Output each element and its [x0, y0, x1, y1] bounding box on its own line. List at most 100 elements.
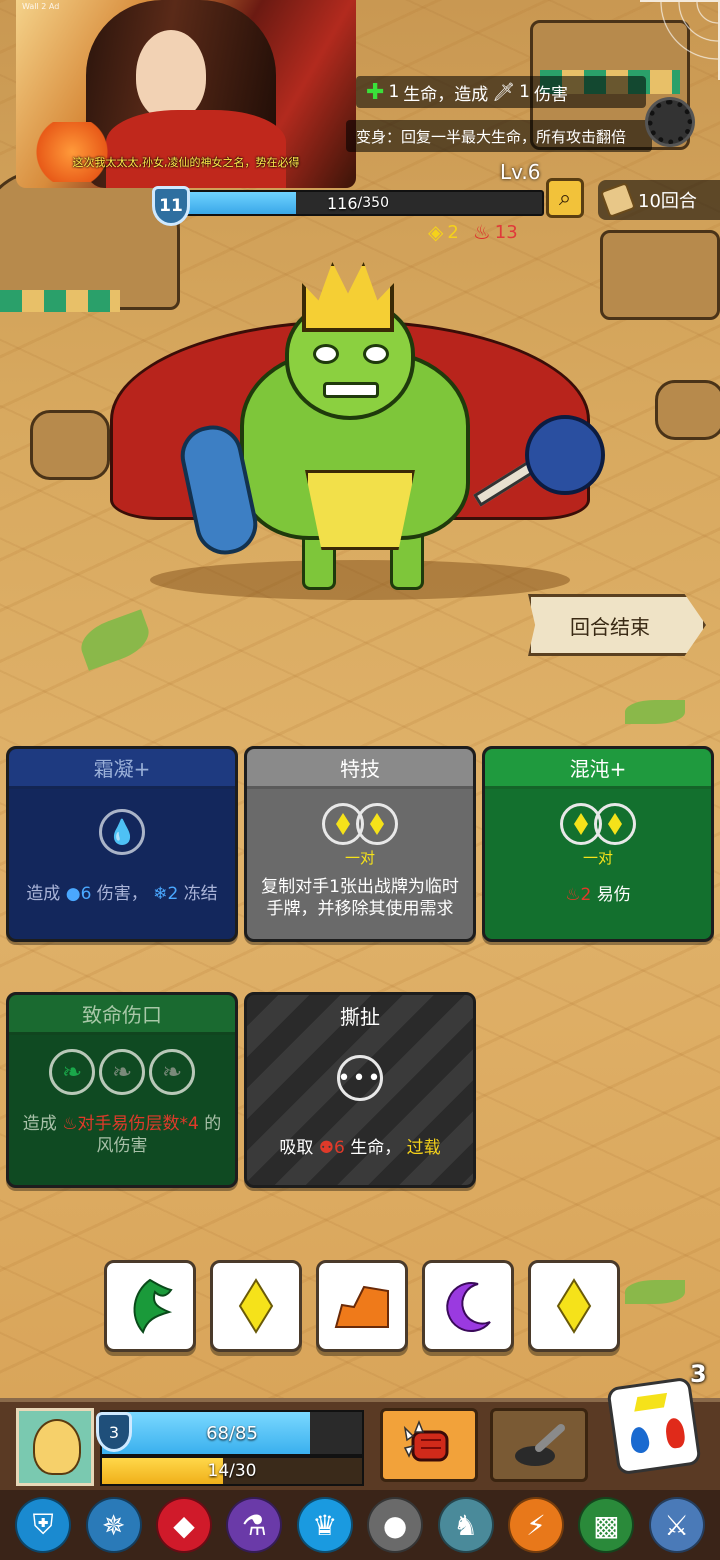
- die-face-top: [634, 1392, 668, 1412]
- slime-relic-icon[interactable]: ▩: [578, 1497, 635, 1553]
- player-portrait-avatar[interactable]: [16, 1408, 94, 1486]
- card-slot-2: [356, 803, 398, 845]
- card-title: 特技: [247, 749, 473, 789]
- heal-plus-icon: ✚: [366, 79, 385, 105]
- enemy-left-eye: [313, 344, 339, 364]
- dice-pool-button[interactable]: [606, 1376, 702, 1476]
- vulnerable-red-icon: ♨: [472, 220, 491, 244]
- enemy-skirt: [305, 470, 415, 550]
- water-icon: ●: [65, 884, 81, 904]
- ad-caption: 这次我太太太,孙女,凌仙的神女之名，势在必得: [72, 156, 300, 169]
- player-armor-shield-icon: 3: [96, 1412, 132, 1452]
- card-slot-any: •••: [337, 1055, 383, 1101]
- fire-icon: [664, 1417, 687, 1450]
- enemy-shadow: [150, 560, 570, 600]
- beast-relic-icon[interactable]: ♞: [437, 1497, 494, 1553]
- desc-formula: 对手易伤层数*4: [77, 1114, 199, 1134]
- moon-icon: [446, 1282, 491, 1332]
- ruin-block-right: [600, 230, 720, 320]
- card-special[interactable]: 特技 一对 复制对手1张出战牌为临时手牌，并移除其使用需求: [244, 746, 476, 942]
- ellipsis-icon: •••: [337, 1065, 383, 1091]
- crown-relic-icon[interactable]: ♛: [296, 1497, 353, 1553]
- settings-gear-icon[interactable]: [648, 100, 692, 144]
- ruin-pattern-left: [0, 290, 120, 312]
- water-drop-icon: 💧: [107, 818, 137, 846]
- ad-banner[interactable]: Wall 2 Ad 这次我太太太,孙女,凌仙的神女之名，势在必得: [16, 0, 356, 188]
- compass-relic-icon[interactable]: ✵: [85, 1497, 142, 1553]
- card-body: ❧ ❧ ❧ 造成 ♨对手易伤层数*4 的风伤害: [9, 1035, 235, 1185]
- enemy-spiked-mace: [525, 415, 605, 495]
- card-tear[interactable]: 撕扯 ••• 吸取 ⚉6 生命， 过载: [244, 992, 476, 1188]
- enemy-hp-max: /350: [357, 195, 389, 211]
- status-yellow-value: 2: [447, 221, 459, 243]
- ruby-relic-icon[interactable]: ◆: [155, 1497, 212, 1553]
- spider-web-decoration: [640, 0, 720, 80]
- die-4[interactable]: [422, 1260, 514, 1352]
- card-slot-empty: 💧: [99, 809, 145, 855]
- overload-keyword: 过载: [406, 1138, 441, 1158]
- wind-icon: ❧: [161, 1058, 183, 1086]
- card-slot-triple: ❧ ❧ ❧: [49, 1049, 195, 1095]
- wind-icon: ❧: [111, 1058, 133, 1086]
- enemy-level: Lv.6: [500, 160, 541, 184]
- diamond-icon: [608, 813, 622, 835]
- die-5[interactable]: [528, 1260, 620, 1352]
- shovel-skill-button[interactable]: [490, 1408, 588, 1482]
- desc-prefix: 造成: [26, 884, 61, 904]
- ad-character-face: [136, 30, 206, 120]
- intent-heal-value: 1: [388, 82, 400, 102]
- rock-relic-icon[interactable]: ●: [367, 1497, 424, 1553]
- enemy-intent: ✚ 1 生命，造成 🗡 1 伤害: [356, 76, 646, 108]
- intent-heal-text: 生命，造成: [403, 84, 489, 105]
- die-2[interactable]: [210, 1260, 302, 1352]
- shovel-dirt-icon: [515, 1424, 565, 1466]
- card-slot-3: ❧: [149, 1049, 195, 1095]
- earth-icon: [334, 1285, 389, 1328]
- player-face: [33, 1419, 81, 1475]
- card-description: 吸取 ⚉6 生命， 过载: [271, 1137, 448, 1159]
- diamond-icon: [556, 1278, 592, 1334]
- damage-value: 6: [80, 884, 92, 904]
- desc-mid: 生命，: [350, 1138, 402, 1158]
- fang-icon: ⚉: [318, 1138, 334, 1158]
- player-armor-value: 3: [108, 1422, 120, 1442]
- die-1[interactable]: [104, 1260, 196, 1352]
- die-3[interactable]: [316, 1260, 408, 1352]
- inspect-magnify-button[interactable]: ⌕: [546, 178, 584, 218]
- intent-damage-value: 1: [519, 82, 530, 102]
- card-fatal-wound[interactable]: 致命伤口 ❧ ❧ ❧ 造成 ♨对手易伤层数*4 的风伤害: [6, 992, 238, 1188]
- intent-damage-text: 伤害: [533, 84, 568, 105]
- diamond-icon: [336, 813, 350, 835]
- card-chaos[interactable]: 混沌+ 一对 ♨2 易伤: [482, 746, 714, 942]
- potion-relic-icon[interactable]: ⚗: [226, 1497, 283, 1553]
- desc-suffix: 冻结: [183, 884, 218, 904]
- status-red-value: 13: [494, 221, 518, 243]
- card-title: 撕扯: [340, 1004, 380, 1029]
- enemy-hp-bar: 116 /350: [172, 190, 544, 216]
- diamond-icon: [238, 1278, 274, 1334]
- player-energy-bar: 14/30: [100, 1456, 364, 1486]
- relic-bar: ⛨ ✵ ◆ ⚗ ♛ ● ♞ ⚡ ▩ ⚔: [0, 1490, 720, 1560]
- end-turn-button[interactable]: 回合结束: [528, 594, 706, 656]
- sword-icon: 🗡: [492, 81, 516, 103]
- card-title: 致命伤口: [9, 995, 235, 1035]
- pair-label: 一对: [582, 849, 613, 867]
- enemy-armor-shield-icon: 11: [152, 186, 190, 226]
- card-body: 一对 ♨2 易伤: [485, 789, 711, 939]
- plant-right: [625, 700, 685, 724]
- ad-character-robe: [106, 110, 286, 188]
- player-hp-text: 68/85: [206, 1422, 258, 1444]
- attack-skill-button[interactable]: [380, 1408, 478, 1482]
- scroll-icon: [600, 182, 636, 218]
- sword-relic-icon[interactable]: ⚔: [648, 1497, 705, 1553]
- desc-prefix: 造成: [22, 1114, 57, 1134]
- vulnerable-icon: ♨: [62, 1114, 78, 1134]
- plant-bottom: [625, 1280, 685, 1304]
- lightning-relic-icon[interactable]: ⚡: [507, 1497, 564, 1553]
- card-frost[interactable]: 霜凝+ 💧 造成 ●6 伤害， ❄2 冻结: [6, 746, 238, 942]
- rock-right: [655, 380, 720, 440]
- shield-relic-icon[interactable]: ⛨: [15, 1497, 72, 1553]
- player-energy-text: 14/30: [207, 1461, 257, 1481]
- card-slot-pair: [322, 803, 398, 845]
- card-body: ••• 吸取 ⚉6 生命， 过载: [247, 1035, 473, 1185]
